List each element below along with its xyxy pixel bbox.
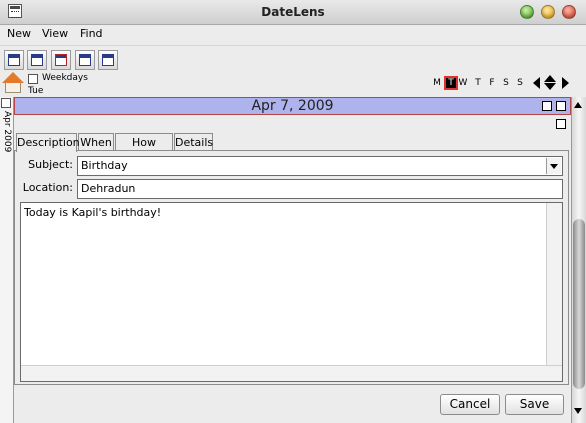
scroll-up-icon[interactable]	[574, 102, 582, 108]
month-view-icon	[55, 54, 67, 66]
home-icon[interactable]	[2, 72, 24, 94]
day-wednesday[interactable]: W	[458, 78, 468, 88]
day-view-icon	[8, 54, 20, 66]
navigation-row: Weekdays Tue M T W T F S S	[0, 72, 586, 96]
day-tuesday[interactable]: T	[444, 76, 458, 90]
sidebar-checkbox[interactable]	[1, 98, 11, 108]
notes-horizontal-scrollbar[interactable]	[21, 365, 562, 381]
month-view-button[interactable]	[51, 50, 71, 70]
title-bar: DateLens	[0, 0, 586, 25]
day-thursday[interactable]: T	[473, 78, 483, 88]
menu-find[interactable]: Find	[80, 27, 103, 40]
sidebar-date-label: Apr 2009	[2, 111, 12, 153]
location-input[interactable]: Dehradun	[77, 179, 563, 199]
date-title: Apr 7, 2009	[251, 98, 334, 114]
stack-view-button[interactable]	[98, 50, 118, 70]
subject-value: Birthday	[81, 159, 128, 172]
subject-label: Subject:	[28, 158, 73, 171]
weekdays-checkbox[interactable]	[28, 74, 38, 84]
week-view-button[interactable]	[27, 50, 47, 70]
down-arrow-icon[interactable]	[544, 83, 556, 90]
restore-icon[interactable]	[556, 101, 566, 111]
location-label: Location:	[22, 181, 73, 194]
previous-arrow-icon[interactable]	[533, 77, 540, 89]
day-label: Tue	[28, 86, 44, 96]
date-header: Apr 7, 2009	[14, 97, 571, 115]
minimize-button[interactable]	[541, 5, 555, 19]
expand-icon[interactable]	[556, 119, 566, 129]
week-view-icon	[31, 54, 43, 66]
maximize-icon[interactable]	[542, 101, 552, 111]
up-arrow-icon[interactable]	[544, 75, 556, 82]
window-title: DateLens	[261, 5, 325, 19]
date-sidebar: Apr 2009	[0, 97, 14, 423]
next-arrow-icon[interactable]	[562, 77, 569, 89]
chevron-down-icon[interactable]	[546, 158, 561, 174]
menu-bar: New View Find	[0, 25, 586, 43]
cascade-view-icon	[79, 54, 91, 66]
tab-how-often[interactable]: How Often	[115, 133, 173, 166]
day-friday[interactable]: F	[487, 78, 497, 88]
close-button[interactable]	[562, 5, 576, 19]
tab-details[interactable]: Details	[174, 133, 213, 151]
day-sunday[interactable]: S	[515, 78, 525, 88]
scroll-down-icon[interactable]	[574, 408, 582, 414]
save-button[interactable]: Save	[505, 394, 564, 415]
stack-view-icon	[102, 54, 114, 66]
day-monday[interactable]: M	[432, 78, 442, 88]
menu-view[interactable]: View	[42, 27, 68, 40]
scroll-thumb[interactable]	[573, 219, 585, 389]
menu-new[interactable]: New	[7, 27, 31, 40]
vertical-scrollbar[interactable]	[571, 97, 586, 423]
notes-text: Today is Kapil's birthday!	[24, 206, 162, 219]
cancel-button[interactable]: Cancel	[440, 394, 500, 415]
weekdays-label: Weekdays	[42, 73, 88, 83]
notes-vertical-scrollbar[interactable]	[546, 203, 562, 367]
notes-textarea[interactable]: Today is Kapil's birthday!	[20, 202, 563, 382]
subject-dropdown[interactable]: Birthday	[77, 156, 563, 176]
day-view-button[interactable]	[4, 50, 24, 70]
toolbar	[0, 45, 586, 70]
location-value: Dehradun	[81, 182, 136, 195]
tab-when[interactable]: When	[78, 133, 114, 151]
day-saturday[interactable]: S	[501, 78, 511, 88]
cascade-view-button[interactable]	[75, 50, 95, 70]
zoom-button[interactable]	[520, 5, 534, 19]
tab-description[interactable]: Description	[16, 133, 80, 152]
